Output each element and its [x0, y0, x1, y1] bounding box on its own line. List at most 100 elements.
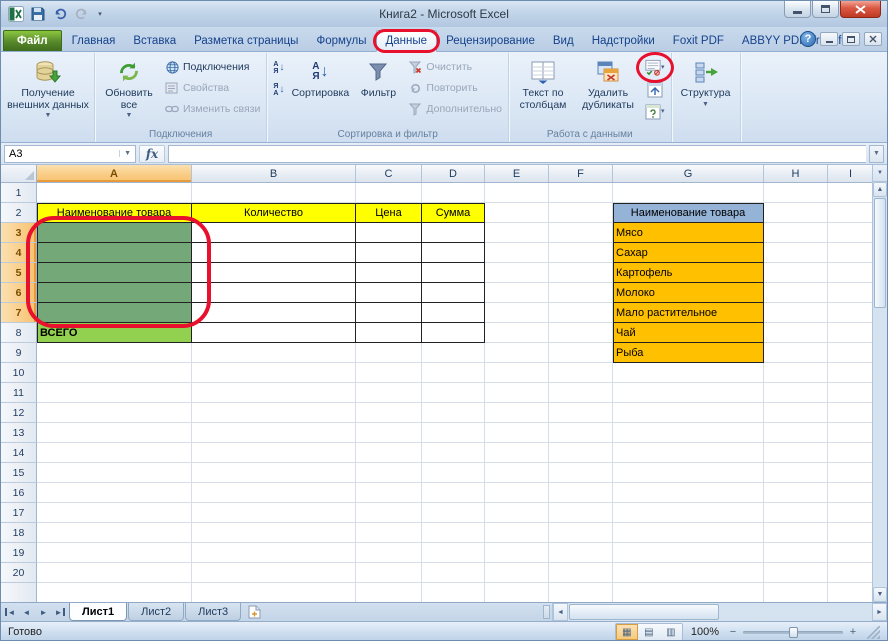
cell-H15[interactable]: [764, 463, 828, 483]
column-header-D[interactable]: D: [422, 165, 485, 182]
row-header-8[interactable]: 8: [1, 323, 37, 343]
cell-B21[interactable]: [192, 583, 356, 602]
cell-C4[interactable]: [356, 243, 422, 263]
minimize-window-button[interactable]: [784, 1, 811, 18]
cell-G4[interactable]: Сахар: [613, 243, 764, 263]
redo-button[interactable]: [73, 5, 91, 23]
column-header-F[interactable]: F: [549, 165, 613, 182]
cell-I11[interactable]: [828, 383, 874, 403]
page-break-view-button[interactable]: ▥: [660, 624, 682, 640]
vertical-scrollbar[interactable]: ▼ ▲ ▼: [872, 165, 887, 602]
column-header-I[interactable]: I: [828, 165, 874, 182]
cell-I9[interactable]: [828, 343, 874, 363]
cell-A20[interactable]: [37, 563, 192, 583]
cell-G2[interactable]: Наименование товара: [613, 203, 764, 223]
cell-G16[interactable]: [613, 483, 764, 503]
zoom-slider-thumb[interactable]: [789, 627, 798, 638]
cell-B3[interactable]: [192, 223, 356, 243]
tab-split-handle[interactable]: [543, 605, 550, 619]
cell-E14[interactable]: [485, 443, 549, 463]
ribbon-tab-foxit-pdf[interactable]: Foxit PDF: [664, 31, 733, 51]
normal-view-button[interactable]: ▦: [616, 624, 638, 640]
properties-button[interactable]: Свойства: [161, 78, 263, 98]
cell-A13[interactable]: [37, 423, 192, 443]
row-header-20[interactable]: 20: [1, 563, 37, 583]
cell-G13[interactable]: [613, 423, 764, 443]
cell-F19[interactable]: [549, 543, 613, 563]
cell-A18[interactable]: [37, 523, 192, 543]
row-header-21[interactable]: [1, 583, 37, 602]
cell-E19[interactable]: [485, 543, 549, 563]
cell-B16[interactable]: [192, 483, 356, 503]
cell-H14[interactable]: [764, 443, 828, 463]
cell-C11[interactable]: [356, 383, 422, 403]
cell-F11[interactable]: [549, 383, 613, 403]
cell-H5[interactable]: [764, 263, 828, 283]
cell-H20[interactable]: [764, 563, 828, 583]
cell-E10[interactable]: [485, 363, 549, 383]
cell-I3[interactable]: [828, 223, 874, 243]
cell-D19[interactable]: [422, 543, 485, 563]
cell-E2[interactable]: [485, 203, 549, 223]
cell-G15[interactable]: [613, 463, 764, 483]
row-header-16[interactable]: 16: [1, 483, 37, 503]
help-icon[interactable]: ?: [800, 31, 816, 47]
row-header-4[interactable]: 4: [1, 243, 37, 263]
cell-E15[interactable]: [485, 463, 549, 483]
reapply-button[interactable]: Повторить: [404, 78, 505, 98]
cell-I6[interactable]: [828, 283, 874, 303]
cell-H18[interactable]: [764, 523, 828, 543]
cell-I19[interactable]: [828, 543, 874, 563]
cell-B4[interactable]: [192, 243, 356, 263]
row-header-1[interactable]: 1: [1, 183, 37, 203]
cell-B9[interactable]: [192, 343, 356, 363]
cell-I5[interactable]: [828, 263, 874, 283]
ribbon-tab-addins[interactable]: Надстройки: [583, 31, 664, 51]
text-to-columns-button[interactable]: Текст по столбцам: [512, 54, 574, 128]
cell-B7[interactable]: [192, 303, 356, 323]
cell-A11[interactable]: [37, 383, 192, 403]
cell-H17[interactable]: [764, 503, 828, 523]
ribbon-tab-view[interactable]: Вид: [544, 31, 583, 51]
cell-A10[interactable]: [37, 363, 192, 383]
cell-I20[interactable]: [828, 563, 874, 583]
cell-B14[interactable]: [192, 443, 356, 463]
cell-C21[interactable]: [356, 583, 422, 602]
excel-app-icon[interactable]: [7, 5, 25, 23]
ribbon-tab-page-layout[interactable]: Разметка страницы: [185, 31, 307, 51]
cell-D17[interactable]: [422, 503, 485, 523]
ribbon-tab-data[interactable]: Данные: [376, 30, 438, 52]
cell-B17[interactable]: [192, 503, 356, 523]
cell-A4[interactable]: [37, 243, 192, 263]
cell-F2[interactable]: [549, 203, 613, 223]
first-sheet-button[interactable]: ◄: [1, 603, 18, 621]
cell-E17[interactable]: [485, 503, 549, 523]
last-sheet-button[interactable]: ►: [52, 603, 69, 621]
cell-H2[interactable]: [764, 203, 828, 223]
cell-B19[interactable]: [192, 543, 356, 563]
close-workbook-button[interactable]: [864, 32, 882, 46]
cell-D11[interactable]: [422, 383, 485, 403]
cell-E9[interactable]: [485, 343, 549, 363]
cell-A16[interactable]: [37, 483, 192, 503]
horizontal-scroll-thumb[interactable]: [569, 604, 719, 620]
cell-H7[interactable]: [764, 303, 828, 323]
cell-E4[interactable]: [485, 243, 549, 263]
formula-input[interactable]: [168, 145, 866, 163]
cell-D13[interactable]: [422, 423, 485, 443]
outline-button[interactable]: Структура ▼: [675, 54, 737, 128]
cell-H6[interactable]: [764, 283, 828, 303]
name-box[interactable]: A3 ▼: [4, 145, 136, 163]
row-header-6[interactable]: 6: [1, 283, 37, 303]
ribbon-tab-home[interactable]: Главная: [63, 31, 125, 51]
horizontal-scrollbar[interactable]: ◄ ►: [552, 603, 887, 621]
cell-I7[interactable]: [828, 303, 874, 323]
cell-I16[interactable]: [828, 483, 874, 503]
column-header-A[interactable]: A: [37, 165, 192, 182]
cell-B20[interactable]: [192, 563, 356, 583]
cell-B6[interactable]: [192, 283, 356, 303]
cell-E18[interactable]: [485, 523, 549, 543]
cell-C6[interactable]: [356, 283, 422, 303]
scrollbar-split-handle[interactable]: ▼: [873, 165, 887, 182]
cell-C15[interactable]: [356, 463, 422, 483]
